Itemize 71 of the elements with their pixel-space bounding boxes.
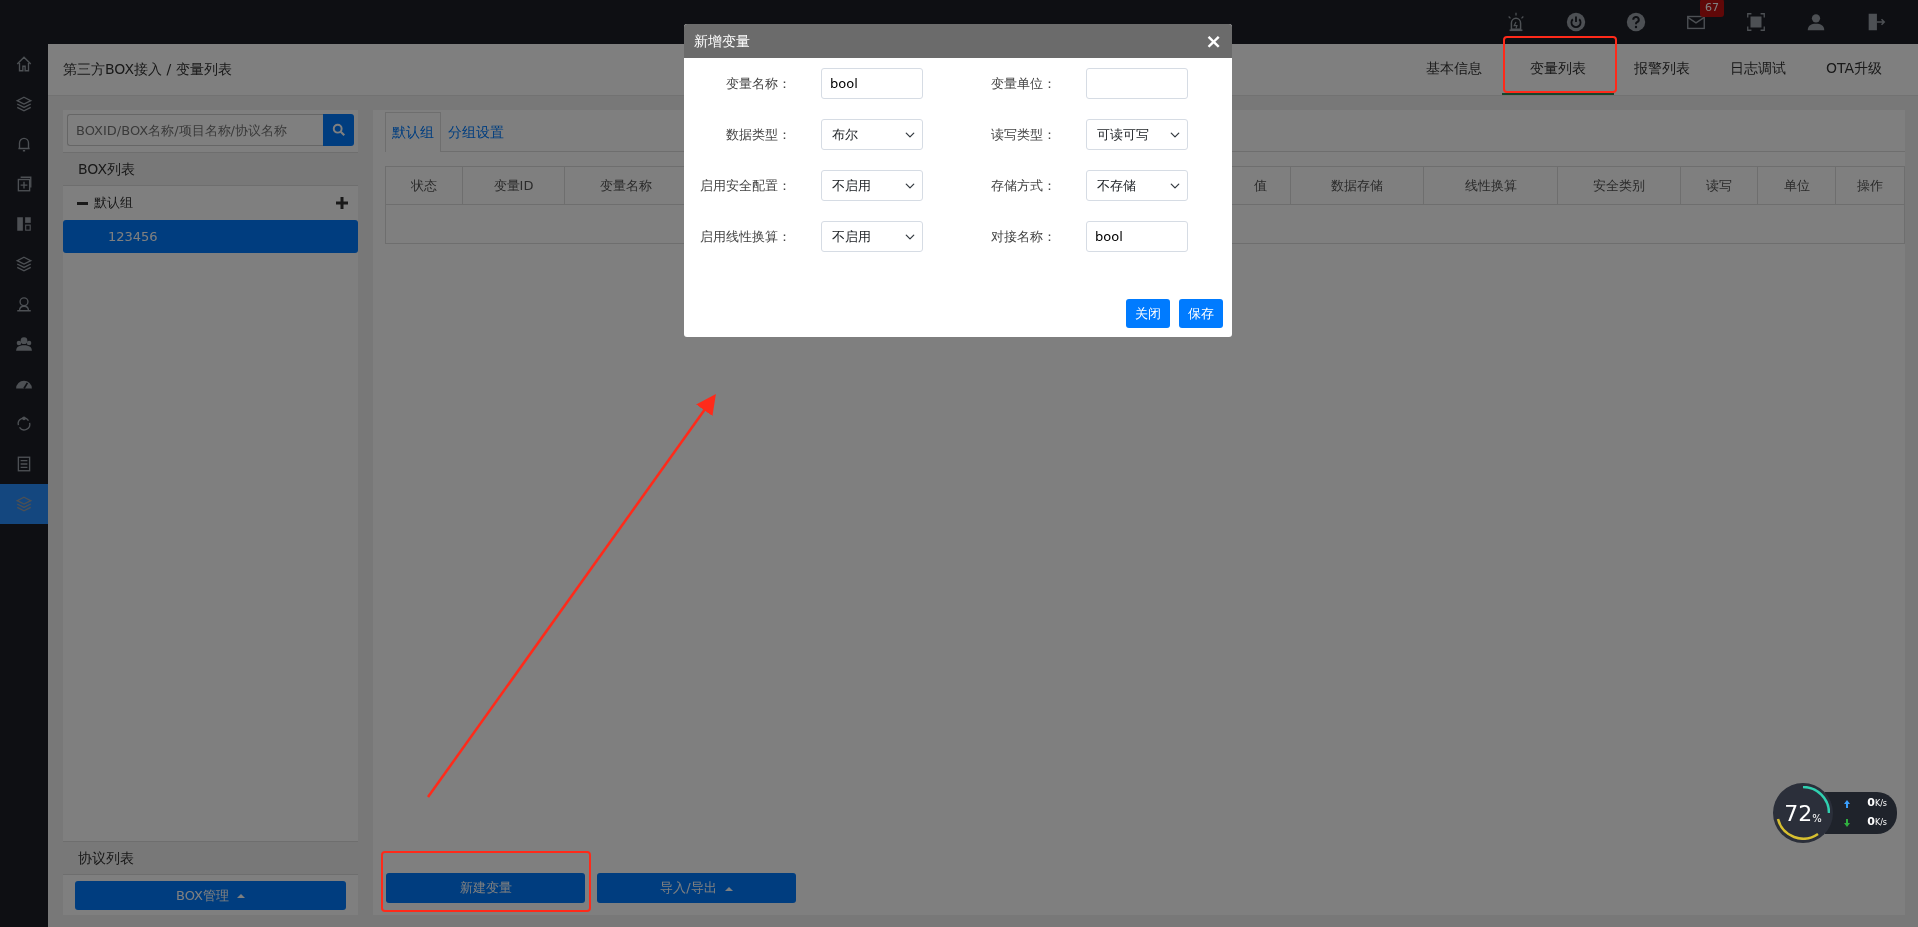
- action-button[interactable]: 新建变量: [386, 873, 585, 903]
- power-icon[interactable]: [1565, 11, 1587, 33]
- bell-icon: [15, 135, 33, 153]
- percent-sign: %: [1812, 811, 1822, 826]
- user-icon[interactable]: [1805, 11, 1827, 33]
- group-name[interactable]: 默认组: [94, 193, 133, 213]
- column-header: 变量ID: [462, 166, 565, 205]
- layers-icon: [15, 495, 33, 513]
- input-field[interactable]: bool: [821, 68, 923, 99]
- input-field[interactable]: [1086, 68, 1188, 99]
- speed-value: 0: [1867, 795, 1875, 812]
- field-label: 存储方式：: [990, 176, 1057, 195]
- nav-tab[interactable]: OTA升级: [1805, 44, 1902, 95]
- field-label: 启用安全配置：: [699, 176, 792, 195]
- select-field[interactable]: 可读可写: [1086, 119, 1188, 150]
- nav-tab[interactable]: 变量列表: [1501, 44, 1614, 95]
- input-field[interactable]: bool: [1086, 221, 1188, 252]
- action-button[interactable]: 导入/导出: [597, 873, 796, 903]
- select-field[interactable]: 不存储: [1086, 170, 1188, 201]
- field-label: 数据类型：: [725, 125, 792, 144]
- search-field[interactable]: BOXID/BOX名称/项目名称/协议名称: [67, 114, 323, 146]
- section-title: 协议列表: [78, 848, 134, 868]
- notification-badge: 67: [1700, 0, 1724, 17]
- section-title: BOX列表: [78, 159, 136, 179]
- search-icon: [331, 123, 346, 137]
- box-manage-button[interactable]: BOX管理: [75, 881, 346, 910]
- dialog-title: 新增变量: [694, 31, 750, 51]
- layers-icon: [15, 255, 33, 273]
- group-tab[interactable]: 分组设置: [441, 112, 511, 151]
- list-icon: [15, 455, 33, 473]
- percent-value: 72: [1784, 799, 1813, 828]
- box-item[interactable]: 123456: [63, 220, 358, 253]
- users-icon: [15, 335, 33, 353]
- column-header: 操作: [1835, 166, 1905, 205]
- field-label: 变量单位：: [990, 74, 1057, 93]
- select-field[interactable]: 不启用: [821, 221, 923, 252]
- column-header: 读写: [1680, 166, 1758, 205]
- speed-unit: K/s: [1874, 816, 1887, 829]
- select-field[interactable]: 布尔: [821, 119, 923, 150]
- breadcrumb: 第三方BOX接入 / 变量列表: [63, 60, 232, 79]
- field-label: 启用线性换算：: [699, 227, 792, 246]
- select-field[interactable]: 不启用: [821, 170, 923, 201]
- column-header: 线性换算: [1423, 166, 1558, 205]
- search-button[interactable]: [323, 114, 354, 146]
- group-tab[interactable]: 默认组: [385, 112, 441, 152]
- upload-icon: [1843, 798, 1851, 809]
- dashboard-icon: [15, 215, 33, 233]
- nav-tab[interactable]: 日志调试: [1709, 44, 1806, 95]
- column-header: 数据存储: [1290, 166, 1424, 205]
- field-label: 变量名称：: [725, 74, 792, 93]
- nav-tab[interactable]: 报警列表: [1613, 44, 1710, 95]
- field-label: 对接名称：: [990, 227, 1057, 246]
- fullscreen-icon[interactable]: [1745, 11, 1767, 33]
- speed-value: 0: [1867, 814, 1875, 831]
- nav-tab[interactable]: 基本信息: [1405, 44, 1502, 95]
- download-icon: [1843, 817, 1851, 828]
- column-header: 状态: [385, 166, 463, 205]
- speed-unit: K/s: [1874, 797, 1887, 810]
- field-label: 读写类型：: [990, 125, 1057, 144]
- column-header: 安全类别: [1557, 166, 1681, 205]
- close-button[interactable]: ×: [1205, 31, 1222, 51]
- refresh-icon: [15, 415, 33, 433]
- column-header: 单位: [1757, 166, 1836, 205]
- dialog-button[interactable]: 关闭: [1126, 299, 1170, 328]
- dialog-button[interactable]: 保存: [1179, 299, 1223, 328]
- layers-icon: [15, 95, 33, 113]
- home-icon: [15, 55, 33, 73]
- user-icon: [15, 295, 33, 313]
- help-icon[interactable]: [1625, 11, 1647, 33]
- add-icon[interactable]: [336, 197, 348, 209]
- add-square-icon: [15, 175, 33, 193]
